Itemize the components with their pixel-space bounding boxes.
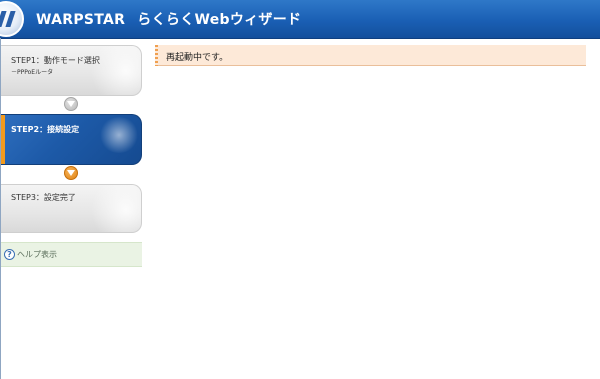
warpstar-logo-icon [0,1,24,37]
step-3-label: STEP3：設定完了 [11,193,76,202]
help-label: ヘルプ表示 [17,250,57,259]
wizard-page: WARPSTAR らくらくWebウィザード STEP1：動作モード選択 －PPPo… [0,0,600,379]
chevron-down-icon [64,97,78,111]
status-message-box: 再起動中です。 [155,45,586,66]
step-1-card[interactable]: STEP1：動作モード選択 －PPPoEルータ [1,45,142,96]
help-link[interactable]: ? ヘルプ表示 [1,242,142,267]
chevron-down-icon [64,166,78,180]
step-1-sublabel: －PPPoEルータ [11,69,54,76]
step-1-label: STEP1：動作モード選択 [11,56,100,65]
brand-name: WARPSTAR [36,12,126,28]
status-message: 再起動中です。 [166,53,229,63]
page-title: WARPSTAR らくらくWebウィザード [36,9,301,29]
header-bar: WARPSTAR らくらくWebウィザード [0,0,600,39]
status-stripe [155,45,158,66]
logo [0,0,30,38]
step-2-label: STEP2：接続設定 [11,125,80,134]
step-2-card[interactable]: STEP2：接続設定 [1,114,142,165]
wizard-name: らくらくWebウィザード [137,12,302,28]
help-icon: ? [4,249,15,260]
step-3-card[interactable]: STEP3：設定完了 [1,184,142,233]
